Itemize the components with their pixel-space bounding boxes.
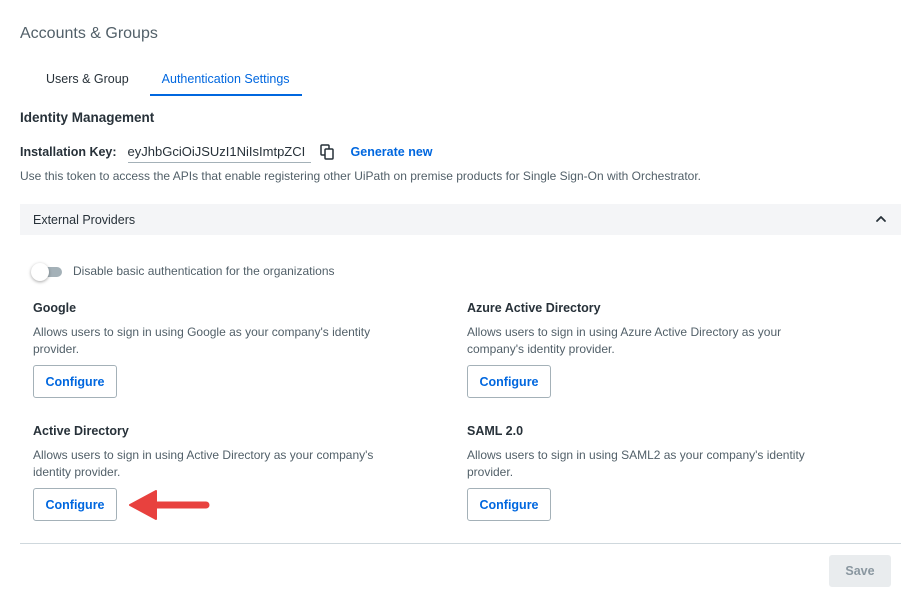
provider-title: Active Directory <box>33 424 129 438</box>
external-providers-panel-header[interactable]: External Providers <box>20 204 901 235</box>
copy-icon[interactable] <box>319 144 335 160</box>
external-providers-title: External Providers <box>33 212 136 227</box>
provider-title: Azure Active Directory <box>467 301 601 315</box>
save-button[interactable]: Save <box>829 555 891 587</box>
toggle-thumb <box>31 263 49 281</box>
annotation-arrow-icon <box>129 490 210 520</box>
provider-google: Google Allows users to sign in using Goo… <box>33 301 413 358</box>
basic-auth-toggle-label: Disable basic authentication for the org… <box>73 264 335 278</box>
provider-description: Allows users to sign in using SAML2 as y… <box>467 448 805 479</box>
tab-authentication-settings[interactable]: Authentication Settings <box>149 66 302 96</box>
chevron-up-icon[interactable] <box>875 213 887 225</box>
tab-bar: Users & Group Authentication Settings <box>34 66 302 96</box>
installation-key-label: Installation Key: <box>20 145 117 159</box>
configure-active-directory-button[interactable]: Configure <box>33 488 117 521</box>
provider-title: Google <box>33 301 77 315</box>
basic-auth-toggle-row: Disable basic authentication for the org… <box>31 262 335 281</box>
installation-key-help-text: Use this token to access the APIs that e… <box>20 169 702 183</box>
footer-divider <box>20 543 901 544</box>
installation-key-row: Installation Key: Generate new <box>20 141 433 163</box>
configure-saml-button[interactable]: Configure <box>467 488 551 521</box>
provider-saml: SAML 2.0 Allows users to sign in using S… <box>467 424 847 481</box>
provider-azure-active-directory: Azure Active Directory Allows users to s… <box>467 301 847 358</box>
tab-users-group[interactable]: Users & Group <box>34 66 141 96</box>
page-title: Accounts & Groups <box>20 25 158 42</box>
provider-active-directory: Active Directory Allows users to sign in… <box>33 424 413 481</box>
provider-description: Allows users to sign in using Azure Acti… <box>467 325 782 356</box>
provider-title: SAML 2.0 <box>467 424 524 438</box>
provider-description: Allows users to sign in using Google as … <box>33 325 371 356</box>
generate-new-link[interactable]: Generate new <box>351 145 433 159</box>
basic-auth-toggle[interactable] <box>31 263 63 281</box>
provider-description: Allows users to sign in using Active Dir… <box>33 448 374 479</box>
configure-azure-ad-button[interactable]: Configure <box>467 365 551 398</box>
installation-key-field[interactable] <box>127 141 311 163</box>
identity-management-heading: Identity Management <box>20 110 155 125</box>
configure-google-button[interactable]: Configure <box>33 365 117 398</box>
